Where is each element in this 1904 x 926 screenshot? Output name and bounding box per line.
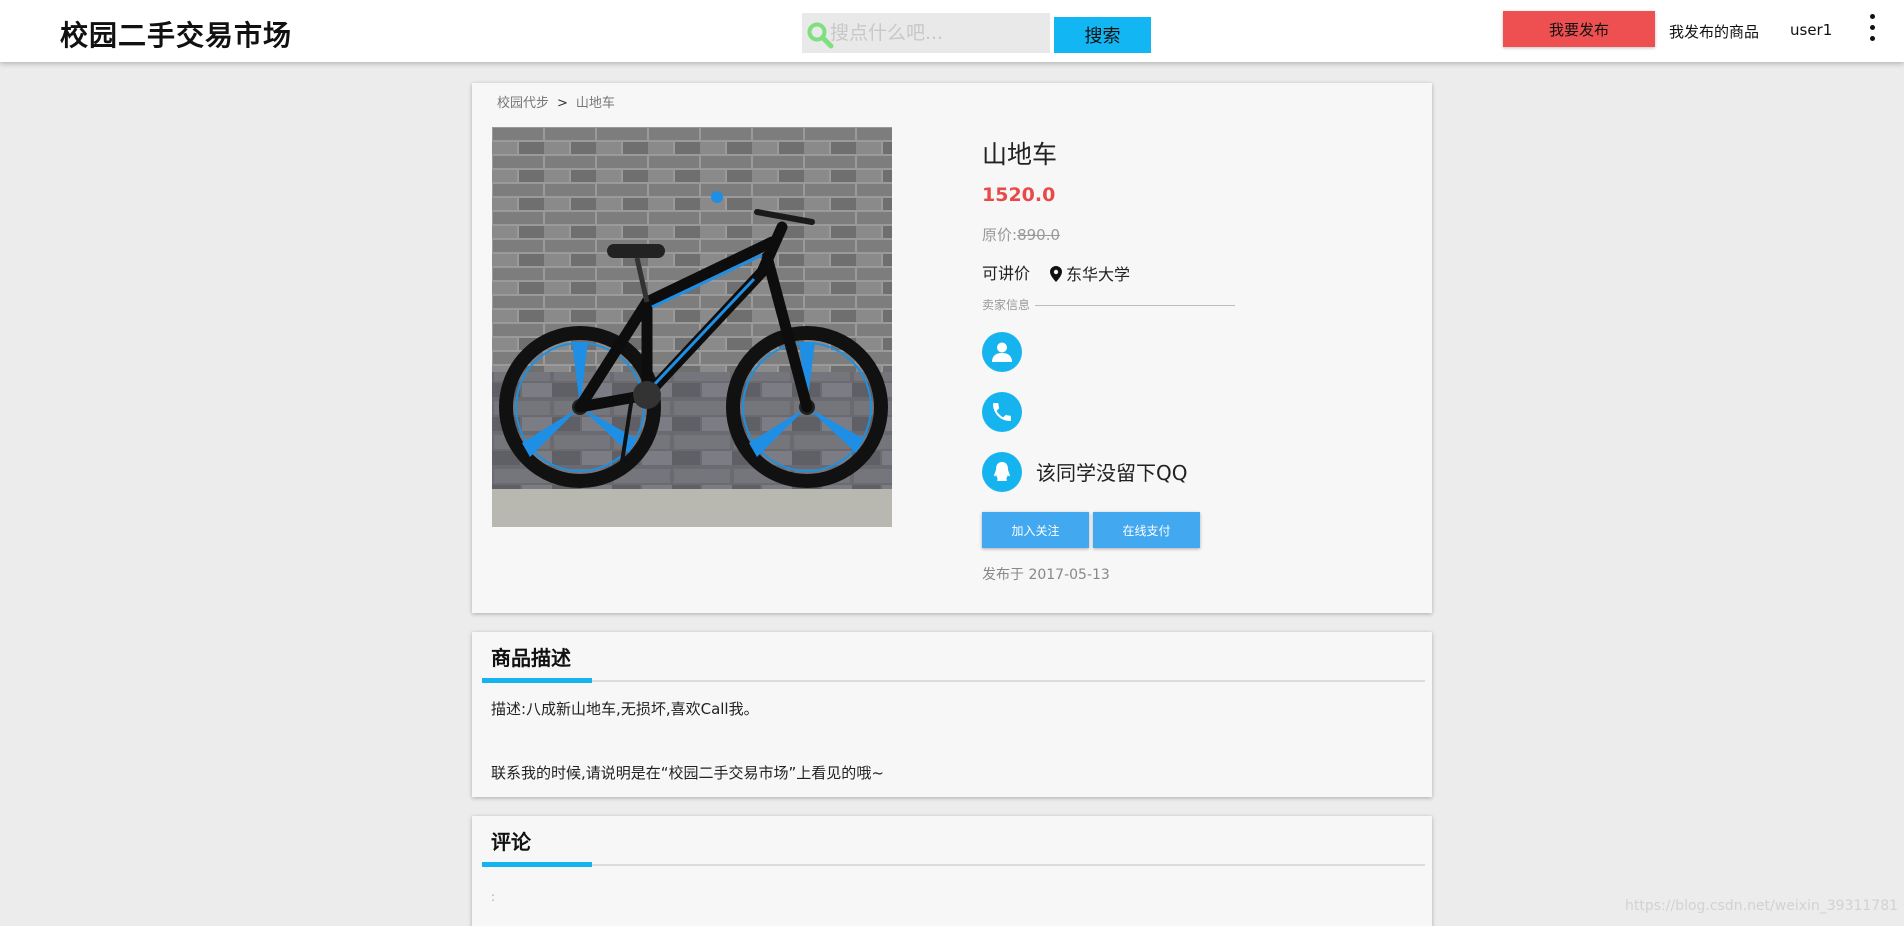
comments-card: 评论 : <box>472 816 1432 926</box>
site-logo[interactable]: 校园二手交易市场 <box>60 14 292 54</box>
seller-phone-badge <box>982 392 1022 432</box>
watermark: https://blog.csdn.net/weixin_39311781 <box>1625 898 1899 914</box>
seller-qq-badge <box>982 452 1022 492</box>
original-price: 原价:890.0 <box>982 224 1060 245</box>
search-box <box>802 13 1050 53</box>
location-text: 东华大学 <box>1066 265 1131 284</box>
product-title: 山地车 <box>982 140 1058 169</box>
breadcrumb-separator: > <box>557 96 568 111</box>
pay-online-button[interactable]: 在线支付 <box>1093 512 1200 548</box>
qq-icon <box>994 462 1010 481</box>
comment-item: : <box>491 890 496 904</box>
product-price: 1520.0 <box>982 184 1056 206</box>
breadcrumb-category[interactable]: 校园代步 <box>497 96 549 111</box>
person-icon <box>992 342 1012 362</box>
publish-button[interactable]: 我要发布 <box>1503 11 1655 47</box>
negotiable-label: 可讲价 <box>982 264 1031 283</box>
seller-info-label: 卖家信息 <box>982 298 1031 312</box>
my-goods-link[interactable]: 我发布的商品 <box>1669 21 1759 42</box>
location: 东华大学 <box>1050 261 1130 285</box>
product-image <box>492 127 892 527</box>
description-divider <box>482 680 1425 682</box>
comments-title: 评论 <box>491 830 531 854</box>
phone-icon <box>993 403 1011 421</box>
search-input[interactable] <box>830 13 1048 53</box>
contact-note: 联系我的时候,请说明是在“校园二手交易市场”上看见的哦~ <box>491 764 884 782</box>
description-text: 描述:八成新山地车,无损坏,喜欢Call我。 <box>491 700 759 718</box>
comments-divider <box>482 864 1425 866</box>
description-card: 商品描述 描述:八成新山地车,无损坏,喜欢Call我。 联系我的时候,请说明是在… <box>472 632 1432 797</box>
original-price-value: 890.0 <box>1017 226 1061 244</box>
comments-accent-bar <box>482 862 592 867</box>
search-button[interactable]: 搜索 <box>1054 17 1151 53</box>
breadcrumb-item[interactable]: 山地车 <box>576 96 615 111</box>
more-vert-icon[interactable] <box>1866 14 1878 48</box>
publish-date: 发布于 2017-05-13 <box>982 567 1110 583</box>
description-accent-bar <box>482 678 592 683</box>
breadcrumb: 校园代步 > 山地车 <box>497 92 615 111</box>
location-pin-icon <box>1050 266 1062 282</box>
description-title: 商品描述 <box>491 646 571 670</box>
follow-button[interactable]: 加入关注 <box>982 512 1089 548</box>
qq-text: 该同学没留下QQ <box>1036 461 1188 485</box>
top-navbar: 校园二手交易市场 搜索 我要发布 我发布的商品 user1 <box>0 0 1904 62</box>
product-card: 校园代步 > 山地车 山地车 1520.0 原价:890.0 可讲价 东华大学 … <box>472 83 1432 613</box>
original-price-label: 原价: <box>982 226 1018 244</box>
seller-divider <box>1035 305 1235 306</box>
user-menu[interactable]: user1 <box>1790 21 1832 39</box>
seller-name-badge <box>982 332 1022 372</box>
